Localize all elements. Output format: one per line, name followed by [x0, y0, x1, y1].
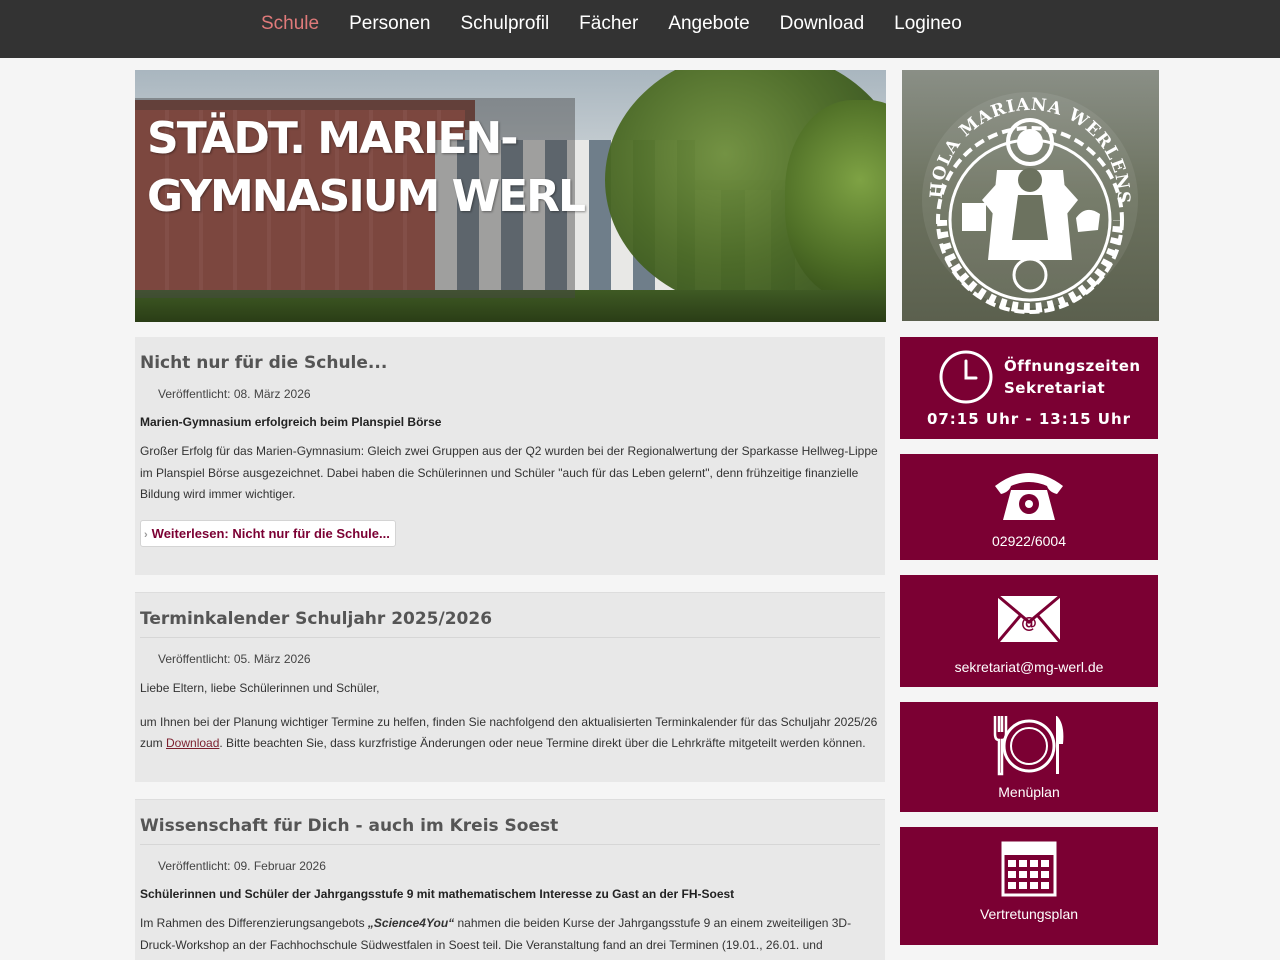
plate-cutlery-icon — [993, 716, 1064, 776]
site-title-line2: GYMNASIUM WERL — [147, 171, 586, 222]
article-title[interactable]: Terminkalender Schuljahr 2025/2026 — [140, 609, 880, 638]
article-subtitle: Marien-Gymnasium erfolgreich beim Plansp… — [140, 415, 442, 429]
nav-item-angebote[interactable]: Angebote — [653, 0, 764, 48]
article-body-text-2: . Bitte beachten Sie, dass kurzfristige … — [219, 736, 866, 750]
nav-item-schule[interactable]: Schule — [246, 0, 334, 48]
seal-icon: SCHOLA MARIANA WERLENSIS — [902, 70, 1138, 314]
nav-item-schulprofil[interactable]: Schulprofil — [445, 0, 564, 48]
school-seal-logo: SCHOLA MARIANA WERLENSIS — [902, 70, 1159, 321]
article-body-text: Im Rahmen des Differenzierungsangebots — [140, 916, 368, 930]
nav-item-download[interactable]: Download — [765, 0, 880, 48]
site-title-line1: STÄDT. MARIEN- — [147, 113, 518, 164]
phone-tile[interactable]: 02922/6004 — [900, 454, 1158, 560]
nav-menu: Schule Personen Schulprofil Fächer Angeb… — [246, 0, 977, 48]
calendar-icon — [1001, 841, 1057, 897]
office-hours-time: 07:15 Uhr - 13:15 Uhr — [926, 410, 1132, 428]
read-more-button[interactable]: › Weiterlesen: Nicht nur für die Schule..… — [140, 519, 396, 547]
chevron-right-icon: › — [144, 528, 148, 541]
read-more-label: Weiterlesen: Nicht nur für die Schule... — [151, 525, 390, 541]
office-hours-title: Öffnungszeiten — [1004, 357, 1141, 375]
menu-plan-label: Menüplan — [998, 784, 1060, 800]
office-hours-subtitle: Sekretariat — [1004, 379, 1106, 397]
nav-item-faecher[interactable]: Fächer — [564, 0, 653, 48]
article-wissenschaft: Wissenschaft für Dich - auch im Kreis So… — [135, 799, 885, 960]
article-subtitle: Schülerinnen und Schüler der Jahrgangsst… — [140, 887, 735, 901]
substitution-plan-label: Vertretungsplan — [979, 906, 1079, 922]
article-terminkalender: Terminkalender Schuljahr 2025/2026 Veröf… — [135, 592, 885, 782]
telephone-icon — [995, 473, 1063, 520]
svg-text:@: @ — [1021, 613, 1037, 632]
nav-item-personen[interactable]: Personen — [334, 0, 445, 48]
office-hours-tile[interactable]: Öffnungszeiten Sekretariat 07:15 Uhr - 1… — [900, 337, 1158, 439]
article-body: um Ihnen bei der Planung wichtiger Termi… — [140, 712, 880, 755]
menu-plan-tile[interactable]: Menüplan — [900, 702, 1158, 812]
article-published-date: Veröffentlicht: 09. Februar 2026 — [158, 859, 326, 873]
email-tile[interactable]: @ sekretariat@mg-werl.de — [900, 575, 1158, 687]
substitution-plan-tile[interactable]: Vertretungsplan — [900, 827, 1158, 945]
article-title[interactable]: Wissenschaft für Dich - auch im Kreis So… — [140, 816, 880, 845]
nav-item-logineo[interactable]: Logineo — [879, 0, 977, 48]
phone-number: 02922/6004 — [992, 533, 1066, 549]
article-published-date: Veröffentlicht: 05. März 2026 — [158, 652, 311, 666]
site-title: STÄDT. MARIEN- GYMNASIUM WERL — [147, 110, 647, 226]
article-published-date: Veröffentlicht: 08. März 2026 — [158, 387, 311, 401]
article-greeting: Liebe Eltern, liebe Schülerinnen und Sch… — [140, 681, 380, 695]
envelope-icon: @ — [996, 594, 1062, 643]
clock-icon — [939, 350, 993, 404]
article-body: Großer Erfolg für das Marien-Gymnasium: … — [140, 444, 878, 501]
hero-banner: STÄDT. MARIEN- GYMNASIUM WERL — [135, 70, 886, 322]
article-title[interactable]: Nicht nur für die Schule... — [140, 353, 880, 373]
download-link[interactable]: Download — [166, 736, 219, 750]
program-name: „Science4You“ — [367, 916, 455, 930]
article-planspiel: Nicht nur für die Schule... Veröffentlic… — [135, 337, 885, 575]
article-body: Im Rahmen des Differenzierungsangebots „… — [140, 913, 880, 960]
email-address: sekretariat@mg-werl.de — [954, 659, 1104, 675]
top-navigation: Schule Personen Schulprofil Fächer Angeb… — [0, 0, 1280, 58]
